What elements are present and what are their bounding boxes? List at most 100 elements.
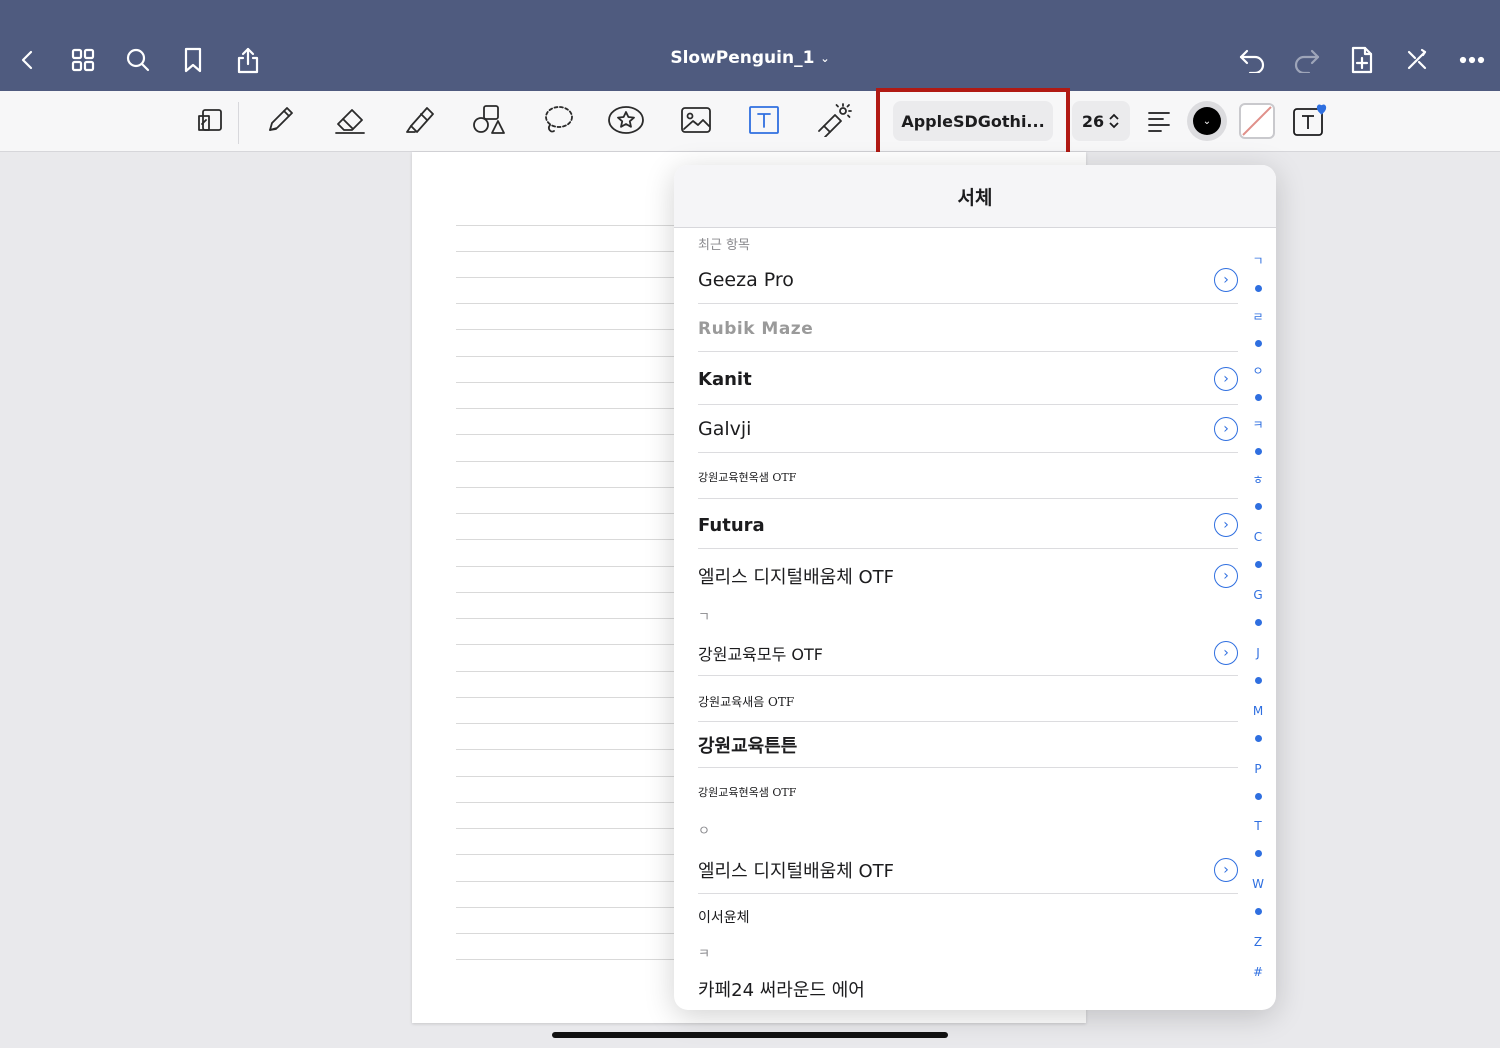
font-row-elice-digital-2[interactable]: 엘리스 디지털배움체 OTF › — [698, 855, 1238, 885]
font-row-gangwon-hyunoksaem[interactable]: 강원교육현옥샘 OTF — [698, 467, 1238, 487]
font-picker-title: 서체 — [674, 165, 1276, 228]
index-letter-m[interactable]: M — [1248, 704, 1268, 718]
eraser-icon[interactable] — [330, 101, 370, 139]
pen-icon[interactable] — [260, 101, 300, 139]
index-letter-g-latin[interactable]: G — [1248, 588, 1268, 602]
redo-icon[interactable] — [1287, 40, 1327, 80]
row-divider — [698, 303, 1238, 304]
text-background-color-button[interactable] — [1239, 103, 1275, 139]
font-row-rubik-maze[interactable]: Rubik Maze — [698, 315, 1238, 343]
index-letter-r[interactable]: ㄹ — [1248, 308, 1268, 325]
highlighter-icon[interactable] — [400, 101, 440, 139]
index-dot[interactable] — [1248, 615, 1268, 629]
row-divider — [698, 721, 1238, 722]
index-dot[interactable] — [1248, 390, 1268, 404]
index-dot[interactable] — [1248, 846, 1268, 860]
font-name: Geeza Pro — [698, 269, 794, 291]
index-letter-w[interactable]: W — [1248, 877, 1268, 891]
font-row-iseoyun[interactable]: 이서윤체 — [698, 905, 1238, 929]
font-row-geeza-pro[interactable]: Geeza Pro › — [698, 265, 1238, 295]
info-chevron-icon[interactable]: › — [1214, 858, 1238, 882]
search-icon[interactable] — [118, 40, 158, 80]
info-chevron-icon[interactable]: › — [1214, 641, 1238, 665]
font-size-stepper[interactable]: 26 — [1072, 101, 1130, 141]
index-letter-hash[interactable]: # — [1248, 965, 1268, 979]
index-letter-z[interactable]: Z — [1248, 935, 1268, 949]
font-name: Galvji — [698, 418, 752, 440]
section-label-o: ㅇ — [698, 824, 710, 839]
info-chevron-icon[interactable]: › — [1214, 268, 1238, 292]
font-name: Futura — [698, 514, 765, 536]
font-row-cafe24-ssurround-air[interactable]: 카페24 써라운드 에어 — [698, 975, 1238, 1003]
index-dot[interactable] — [1248, 904, 1268, 918]
home-indicator[interactable] — [552, 1032, 948, 1038]
info-chevron-icon[interactable]: › — [1214, 513, 1238, 537]
index-letter-t[interactable]: T — [1248, 819, 1268, 833]
font-row-gangwon-modu[interactable]: 강원교육모두 OTF › — [698, 638, 1238, 668]
font-row-gangwon-hyunoksaem-2[interactable]: 강원교육현옥샘 OTF — [698, 782, 1238, 802]
row-divider — [698, 351, 1238, 352]
font-name: 엘리스 디지털배움체 OTF — [698, 567, 894, 588]
index-dot[interactable] — [1248, 336, 1268, 350]
recent-section-label: 최근 항목 — [698, 238, 750, 253]
index-dot[interactable] — [1248, 673, 1268, 687]
font-row-galvji[interactable]: Galvji › — [698, 414, 1238, 444]
row-divider — [698, 767, 1238, 768]
info-chevron-icon[interactable]: › — [1214, 564, 1238, 588]
index-dot[interactable] — [1248, 731, 1268, 745]
text-style-icon — [1293, 104, 1327, 136]
index-dot[interactable] — [1248, 557, 1268, 571]
row-divider — [698, 404, 1238, 405]
more-icon[interactable] — [1452, 40, 1492, 80]
index-dot[interactable] — [1248, 789, 1268, 803]
share-icon[interactable] — [228, 40, 268, 80]
index-letter-k[interactable]: ㅋ — [1248, 416, 1268, 433]
index-letter-c[interactable]: C — [1248, 530, 1268, 544]
font-name: 강원교육새음 OTF — [698, 694, 795, 709]
lasso-icon[interactable] — [538, 101, 578, 139]
index-dot[interactable] — [1248, 444, 1268, 458]
index-letter-j[interactable]: J — [1248, 646, 1268, 660]
read-only-mode-icon[interactable] — [190, 101, 230, 139]
text-align-button[interactable] — [1140, 101, 1178, 141]
font-row-futura[interactable]: Futura › — [698, 510, 1238, 540]
index-dot[interactable] — [1248, 499, 1268, 513]
font-row-elice-digital[interactable]: 엘리스 디지털배움체 OTF › — [698, 561, 1238, 591]
image-icon[interactable] — [676, 101, 716, 139]
index-letter-p[interactable]: P — [1248, 762, 1268, 776]
text-style-button[interactable] — [1290, 103, 1330, 141]
font-row-gangwon-saeum[interactable]: 강원교육새음 OTF — [698, 691, 1238, 711]
index-dot[interactable] — [1248, 281, 1268, 295]
row-divider — [698, 498, 1238, 499]
font-name: 엘리스 디지털배움체 OTF — [698, 861, 894, 882]
index-letter-o[interactable]: ㅇ — [1248, 362, 1268, 379]
section-label-g: ㄱ — [698, 610, 710, 625]
shapes-icon[interactable] — [468, 101, 508, 139]
index-letter-h[interactable]: ㅎ — [1248, 471, 1268, 488]
laser-pointer-icon[interactable] — [814, 101, 854, 139]
font-picker-popover: 서체 최근 항목 Geeza Pro › Rubik Maze Kanit › … — [674, 165, 1276, 1010]
bookmark-icon[interactable] — [173, 40, 213, 80]
font-row-gangwon-teunteun[interactable]: 강원교육튼튼 — [698, 730, 1238, 760]
font-name: 강원교육튼튼 — [698, 736, 798, 757]
row-divider — [698, 548, 1238, 549]
add-page-icon[interactable] — [1342, 40, 1382, 80]
info-chevron-icon[interactable]: › — [1214, 417, 1238, 441]
back-icon[interactable] — [8, 40, 48, 80]
undo-icon[interactable] — [1232, 40, 1272, 80]
close-toolbar-icon[interactable] — [1397, 40, 1437, 80]
info-chevron-icon[interactable]: › — [1214, 367, 1238, 391]
grid-icon[interactable] — [63, 40, 103, 80]
text-box-icon[interactable] — [744, 101, 784, 139]
font-name: 이서윤체 — [698, 910, 750, 926]
font-row-kanit[interactable]: Kanit › — [698, 364, 1238, 394]
font-name: 강원교육현옥샘 OTF — [698, 786, 797, 799]
toolbar-divider — [238, 102, 239, 144]
font-name: Kanit — [698, 368, 752, 390]
sticker-icon[interactable] — [606, 101, 646, 139]
document-title[interactable]: SlowPenguin_1 ⌄ — [600, 48, 900, 68]
font-name: Rubik Maze — [698, 319, 814, 339]
text-color-button[interactable]: ⌄ — [1187, 101, 1227, 141]
chevron-down-icon: ⌄ — [820, 51, 830, 65]
index-letter-g[interactable]: ㄱ — [1248, 252, 1268, 269]
